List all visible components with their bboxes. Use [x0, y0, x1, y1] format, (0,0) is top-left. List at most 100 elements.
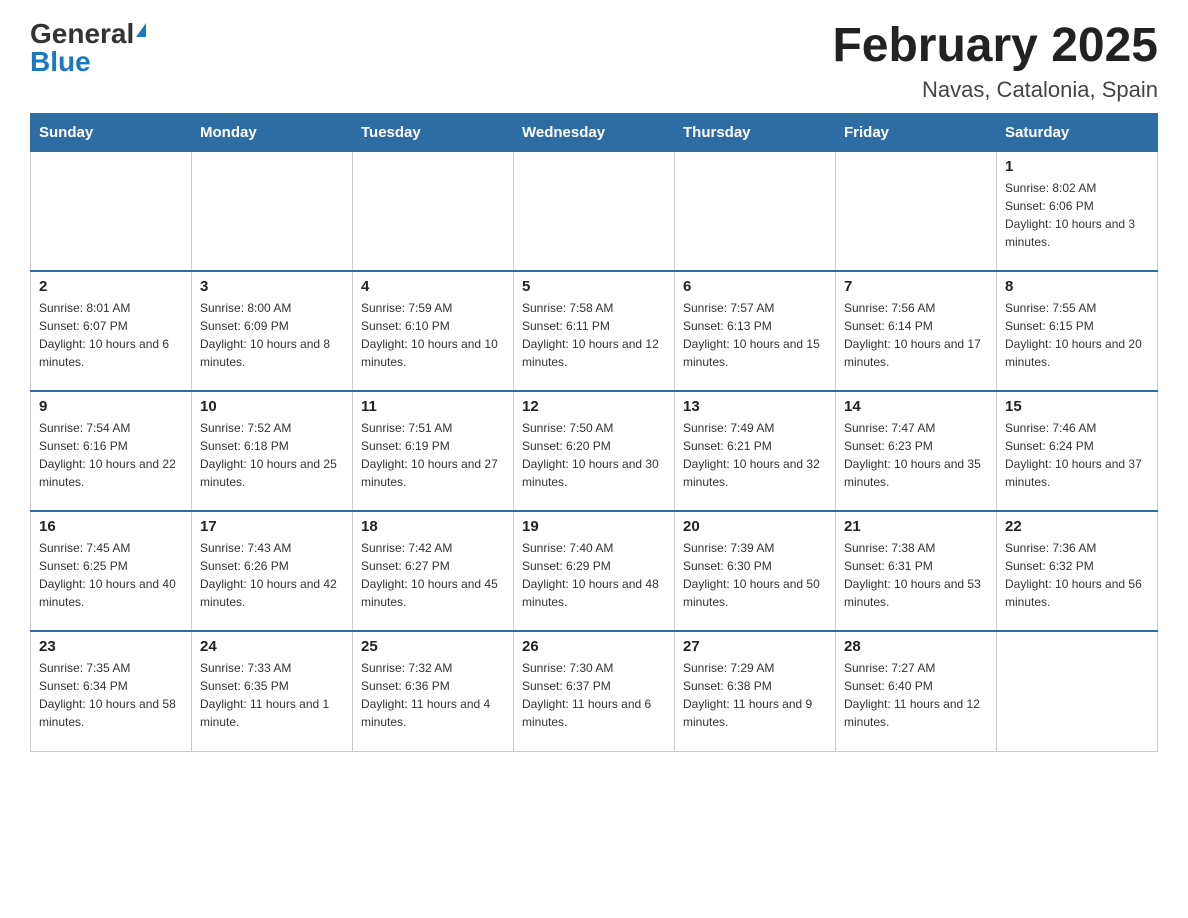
logo-triangle-icon	[136, 23, 146, 37]
day-info: Sunrise: 7:40 AM Sunset: 6:29 PM Dayligh…	[522, 539, 666, 611]
calendar-cell: 14 Sunrise: 7:47 AM Sunset: 6:23 PM Dayli…	[836, 391, 997, 511]
calendar-cell: 21 Sunrise: 7:38 AM Sunset: 6:31 PM Dayli…	[836, 511, 997, 631]
day-info: Sunrise: 7:52 AM Sunset: 6:18 PM Dayligh…	[200, 419, 344, 491]
day-number: 21	[844, 518, 988, 535]
calendar-cell: 13 Sunrise: 7:49 AM Sunset: 6:21 PM Dayli…	[675, 391, 836, 511]
day-info: Sunrise: 7:39 AM Sunset: 6:30 PM Dayligh…	[683, 539, 827, 611]
calendar-cell	[997, 631, 1158, 751]
calendar-cell	[31, 151, 192, 271]
day-number: 1	[1005, 158, 1149, 175]
day-number: 23	[39, 638, 183, 655]
logo-general-text: General	[30, 20, 134, 48]
weekday-header-thursday: Thursday	[675, 113, 836, 151]
calendar-cell: 10 Sunrise: 7:52 AM Sunset: 6:18 PM Dayli…	[192, 391, 353, 511]
weekday-header-friday: Friday	[836, 113, 997, 151]
calendar-cell	[353, 151, 514, 271]
calendar-cell: 7Sunrise: 7:56 AM Sunset: 6:14 PM Daylig…	[836, 271, 997, 391]
weekday-header-monday: Monday	[192, 113, 353, 151]
page-header: General Blue February 2025 Navas, Catalo…	[30, 20, 1158, 103]
calendar-cell: 2 Sunrise: 8:01 AM Sunset: 6:07 PM Daylig…	[31, 271, 192, 391]
day-info: Sunrise: 7:30 AM Sunset: 6:37 PM Dayligh…	[522, 659, 666, 731]
day-info: Sunrise: 7:45 AM Sunset: 6:25 PM Dayligh…	[39, 539, 183, 611]
day-number: 27	[683, 638, 827, 655]
day-number: 5	[522, 278, 666, 295]
day-number: 12	[522, 398, 666, 415]
day-info: Sunrise: 7:50 AM Sunset: 6:20 PM Dayligh…	[522, 419, 666, 491]
day-info: Sunrise: 7:47 AM Sunset: 6:23 PM Dayligh…	[844, 419, 988, 491]
day-info: Sunrise: 7:33 AM Sunset: 6:35 PM Dayligh…	[200, 659, 344, 731]
calendar-cell: 25Sunrise: 7:32 AM Sunset: 6:36 PM Dayli…	[353, 631, 514, 751]
calendar-cell	[514, 151, 675, 271]
day-number: 4	[361, 278, 505, 295]
day-number: 26	[522, 638, 666, 655]
calendar-cell: 23Sunrise: 7:35 AM Sunset: 6:34 PM Dayli…	[31, 631, 192, 751]
day-number: 15	[1005, 398, 1149, 415]
calendar-cell	[192, 151, 353, 271]
calendar-cell: 4 Sunrise: 7:59 AM Sunset: 6:10 PM Daylig…	[353, 271, 514, 391]
calendar-cell: 17Sunrise: 7:43 AM Sunset: 6:26 PM Dayli…	[192, 511, 353, 631]
day-number: 20	[683, 518, 827, 535]
calendar-week-row: 16 Sunrise: 7:45 AM Sunset: 6:25 PM Dayli…	[31, 511, 1158, 631]
calendar-cell: 9 Sunrise: 7:54 AM Sunset: 6:16 PM Daylig…	[31, 391, 192, 511]
location-subtitle: Navas, Catalonia, Spain	[832, 77, 1158, 103]
calendar-header: SundayMondayTuesdayWednesdayThursdayFrid…	[31, 113, 1158, 151]
day-number: 11	[361, 398, 505, 415]
day-info: Sunrise: 7:49 AM Sunset: 6:21 PM Dayligh…	[683, 419, 827, 491]
day-info: Sunrise: 7:57 AM Sunset: 6:13 PM Dayligh…	[683, 299, 827, 371]
day-number: 10	[200, 398, 344, 415]
day-number: 25	[361, 638, 505, 655]
weekday-header-wednesday: Wednesday	[514, 113, 675, 151]
day-number: 18	[361, 518, 505, 535]
calendar-cell: 5 Sunrise: 7:58 AM Sunset: 6:11 PM Daylig…	[514, 271, 675, 391]
day-number: 22	[1005, 518, 1149, 535]
day-info: Sunrise: 7:56 AM Sunset: 6:14 PM Dayligh…	[844, 299, 988, 371]
calendar-cell	[675, 151, 836, 271]
calendar-cell: 26 Sunrise: 7:30 AM Sunset: 6:37 PM Dayli…	[514, 631, 675, 751]
calendar-cell: 6 Sunrise: 7:57 AM Sunset: 6:13 PM Daylig…	[675, 271, 836, 391]
day-info: Sunrise: 7:55 AM Sunset: 6:15 PM Dayligh…	[1005, 299, 1149, 371]
calendar-body: 1 Sunrise: 8:02 AM Sunset: 6:06 PM Daylig…	[31, 151, 1158, 751]
calendar-week-row: 2 Sunrise: 8:01 AM Sunset: 6:07 PM Daylig…	[31, 271, 1158, 391]
logo-blue-text: Blue	[30, 46, 91, 77]
day-info: Sunrise: 7:58 AM Sunset: 6:11 PM Dayligh…	[522, 299, 666, 371]
day-number: 19	[522, 518, 666, 535]
calendar-cell	[836, 151, 997, 271]
day-number: 17	[200, 518, 344, 535]
weekday-header-sunday: Sunday	[31, 113, 192, 151]
day-number: 13	[683, 398, 827, 415]
calendar-cell: 8Sunrise: 7:55 AM Sunset: 6:15 PM Daylig…	[997, 271, 1158, 391]
calendar-week-row: 1 Sunrise: 8:02 AM Sunset: 6:06 PM Daylig…	[31, 151, 1158, 271]
day-info: Sunrise: 7:29 AM Sunset: 6:38 PM Dayligh…	[683, 659, 827, 731]
day-number: 2	[39, 278, 183, 295]
calendar-cell: 18 Sunrise: 7:42 AM Sunset: 6:27 PM Dayli…	[353, 511, 514, 631]
day-info: Sunrise: 7:36 AM Sunset: 6:32 PM Dayligh…	[1005, 539, 1149, 611]
day-info: Sunrise: 8:01 AM Sunset: 6:07 PM Dayligh…	[39, 299, 183, 371]
calendar-cell: 19 Sunrise: 7:40 AM Sunset: 6:29 PM Dayli…	[514, 511, 675, 631]
weekday-header-row: SundayMondayTuesdayWednesdayThursdayFrid…	[31, 113, 1158, 151]
day-number: 9	[39, 398, 183, 415]
calendar-cell: 24Sunrise: 7:33 AM Sunset: 6:35 PM Dayli…	[192, 631, 353, 751]
day-info: Sunrise: 7:51 AM Sunset: 6:19 PM Dayligh…	[361, 419, 505, 491]
calendar-cell: 28 Sunrise: 7:27 AM Sunset: 6:40 PM Dayli…	[836, 631, 997, 751]
day-info: Sunrise: 7:27 AM Sunset: 6:40 PM Dayligh…	[844, 659, 988, 731]
calendar-week-row: 9 Sunrise: 7:54 AM Sunset: 6:16 PM Daylig…	[31, 391, 1158, 511]
calendar-cell: 11 Sunrise: 7:51 AM Sunset: 6:19 PM Dayli…	[353, 391, 514, 511]
day-info: Sunrise: 7:38 AM Sunset: 6:31 PM Dayligh…	[844, 539, 988, 611]
calendar-cell: 20 Sunrise: 7:39 AM Sunset: 6:30 PM Dayli…	[675, 511, 836, 631]
month-title: February 2025	[832, 20, 1158, 73]
day-number: 14	[844, 398, 988, 415]
day-number: 16	[39, 518, 183, 535]
day-info: Sunrise: 8:00 AM Sunset: 6:09 PM Dayligh…	[200, 299, 344, 371]
day-info: Sunrise: 7:59 AM Sunset: 6:10 PM Dayligh…	[361, 299, 505, 371]
day-number: 28	[844, 638, 988, 655]
logo: General Blue	[30, 20, 146, 76]
calendar-cell: 22 Sunrise: 7:36 AM Sunset: 6:32 PM Dayli…	[997, 511, 1158, 631]
calendar-cell: 16 Sunrise: 7:45 AM Sunset: 6:25 PM Dayli…	[31, 511, 192, 631]
day-info: Sunrise: 7:54 AM Sunset: 6:16 PM Dayligh…	[39, 419, 183, 491]
calendar-cell: 1 Sunrise: 8:02 AM Sunset: 6:06 PM Daylig…	[997, 151, 1158, 271]
day-info: Sunrise: 7:42 AM Sunset: 6:27 PM Dayligh…	[361, 539, 505, 611]
calendar-cell: 3 Sunrise: 8:00 AM Sunset: 6:09 PM Daylig…	[192, 271, 353, 391]
day-number: 6	[683, 278, 827, 295]
day-number: 3	[200, 278, 344, 295]
day-info: Sunrise: 8:02 AM Sunset: 6:06 PM Dayligh…	[1005, 179, 1149, 251]
